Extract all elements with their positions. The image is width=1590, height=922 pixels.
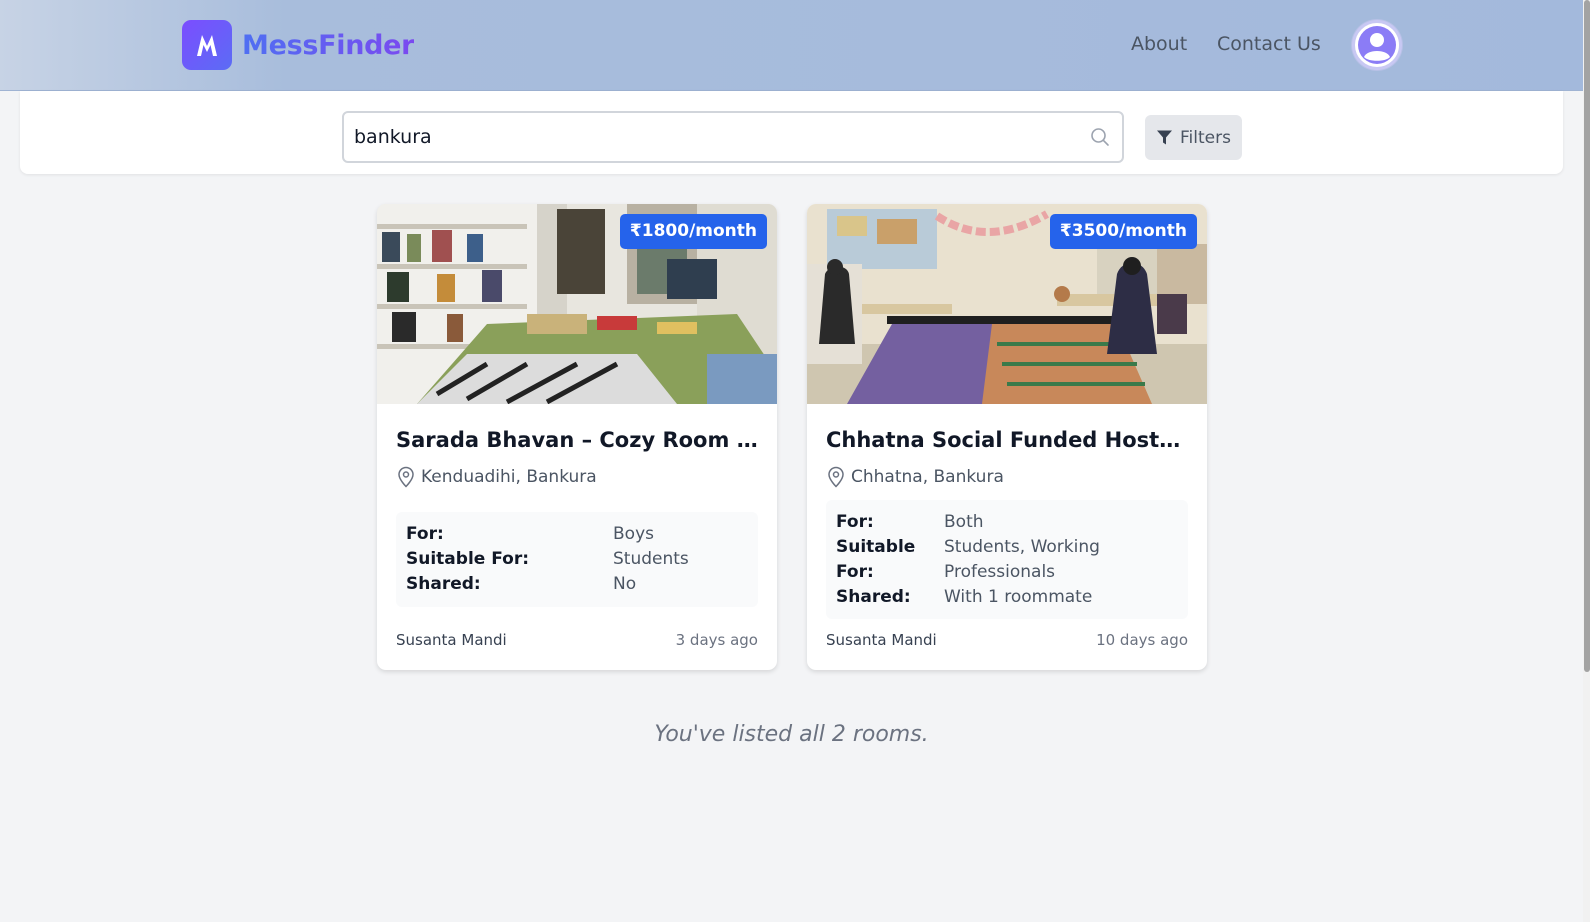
search-input[interactable]: [344, 113, 1064, 161]
detail-key: Suitable For:: [406, 549, 530, 569]
filters-button[interactable]: Filters: [1145, 115, 1242, 160]
search-icon[interactable]: [1090, 127, 1110, 147]
listing-title: Chhatna Social Funded Hostel f...: [826, 428, 1190, 452]
end-of-list-message: You've listed all 2 rooms.: [654, 722, 929, 747]
filter-icon: [1157, 130, 1173, 145]
listing-location: Kenduadihi, Bankura: [396, 466, 597, 488]
detail-key: Suitable For:: [836, 537, 916, 582]
detail-value: Boys: [613, 524, 654, 544]
detail-key: Shared:: [406, 574, 481, 594]
listing-footer: Susanta Mandi 3 days ago: [396, 631, 758, 649]
nav-about-link[interactable]: About: [1131, 33, 1187, 55]
listing-footer: Susanta Mandi 10 days ago: [826, 631, 1188, 649]
detail-value: With 1 roommate: [944, 587, 1093, 607]
detail-key: For:: [406, 524, 444, 544]
detail-value: Students: [613, 549, 689, 569]
listing-location: Chhatna, Bankura: [826, 466, 1004, 488]
search-box: [342, 111, 1124, 163]
detail-value: Students, Working Professionals: [944, 537, 1100, 582]
nav-contact-link[interactable]: Contact Us: [1217, 33, 1321, 55]
top-navbar: MessFinder About Contact Us: [0, 0, 1590, 91]
listing-card[interactable]: ₹3500/month Chhatna Social Funded Hostel…: [807, 204, 1207, 670]
search-panel: Filters: [20, 91, 1563, 174]
posted-time: 3 days ago: [675, 631, 758, 649]
owner-name: Susanta Mandi: [396, 631, 507, 649]
price-badge: ₹3500/month: [1049, 214, 1197, 249]
price-badge: ₹1800/month: [619, 214, 767, 249]
listing-details: For: Boys Suitable For: Students Shared:…: [396, 512, 758, 607]
listing-title: Sarada Bhavan – Cozy Room for...: [396, 428, 760, 452]
scrollbar-thumb[interactable]: [1584, 0, 1590, 672]
detail-value: No: [613, 574, 637, 594]
detail-key: Shared:: [836, 587, 911, 607]
location-text: Kenduadihi, Bankura: [421, 467, 597, 487]
detail-row: Suitable For: Students, Working Professi…: [836, 535, 1178, 585]
m-logo-icon: [182, 20, 232, 70]
filters-label: Filters: [1180, 127, 1231, 148]
logo-text: MessFinder: [242, 29, 415, 61]
detail-row: Shared: With 1 roommate: [836, 585, 1178, 610]
user-avatar-icon: [1358, 26, 1396, 64]
detail-row: Suitable For: Students: [406, 547, 748, 572]
detail-value: Both: [944, 512, 984, 532]
listing-details: For: Both Suitable For: Students, Workin…: [826, 500, 1188, 619]
location-text: Chhatna, Bankura: [851, 467, 1004, 487]
user-avatar-button[interactable]: [1352, 20, 1402, 70]
detail-row: For: Both: [836, 510, 1178, 535]
detail-row: For: Boys: [406, 522, 748, 547]
owner-name: Susanta Mandi: [826, 631, 937, 649]
posted-time: 10 days ago: [1096, 631, 1188, 649]
map-pin-icon: [828, 466, 844, 488]
detail-key: For:: [836, 512, 874, 532]
listing-card[interactable]: ₹1800/month Sarada Bhavan – Cozy Room fo…: [377, 204, 777, 670]
logo-link[interactable]: MessFinder: [182, 20, 415, 70]
map-pin-icon: [398, 466, 414, 488]
detail-row: Shared: No: [406, 572, 748, 597]
